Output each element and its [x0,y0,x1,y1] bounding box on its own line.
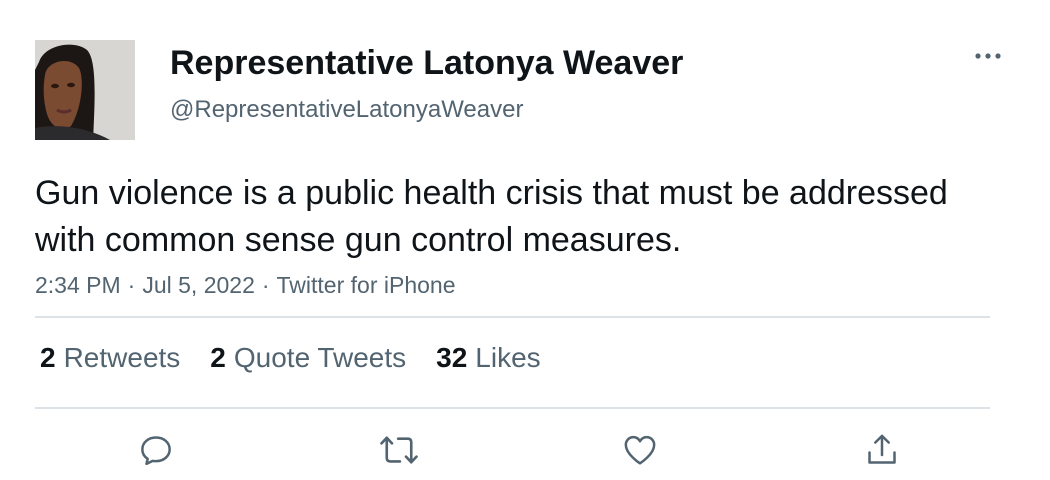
user-handle[interactable]: @RepresentativeLatonyaWeaver [170,96,523,124]
tweet-metadata: 2:34 PM · Jul 5, 2022 · Twitter for iPhone [35,270,456,300]
retweets-stat[interactable]: 2 Retweets [40,340,180,376]
quote-tweets-stat[interactable]: 2 Quote Tweets [210,340,406,376]
share-icon [868,434,896,464]
tweet-source[interactable]: Twitter for iPhone [277,272,456,298]
divider [35,316,990,318]
like-button[interactable] [618,428,662,472]
tweet-text: Gun violence is a public health crisis t… [35,174,948,259]
likes-stat[interactable]: 32 Likes [436,340,541,376]
retweets-count: 2 [40,342,56,373]
retweet-button[interactable] [377,428,421,472]
quote-tweets-count: 2 [210,342,226,373]
display-name[interactable]: Representative Latonya Weaver [170,43,683,83]
like-icon [624,435,656,465]
retweets-label: Retweets [63,342,181,373]
tweet-time[interactable]: 2:34 PM [35,272,121,298]
avatar[interactable] [35,40,135,140]
meta-separator: · [127,272,136,298]
more-dots-icon [975,53,1001,59]
profile-photo [35,40,135,140]
reply-icon [141,436,171,466]
engagement-stats: 2 Retweets 2 Quote Tweets 32 Likes [40,340,571,376]
likes-label: Likes [475,342,541,373]
tweet-date[interactable]: Jul 5, 2022 [142,272,255,298]
more-options-button[interactable] [970,44,1006,68]
share-button[interactable] [860,428,904,472]
reply-button[interactable] [134,428,178,472]
likes-count: 32 [436,342,468,373]
meta-separator: · [261,272,270,298]
retweet-icon [380,436,418,464]
quote-tweets-label: Quote Tweets [233,342,407,373]
divider [35,407,990,409]
